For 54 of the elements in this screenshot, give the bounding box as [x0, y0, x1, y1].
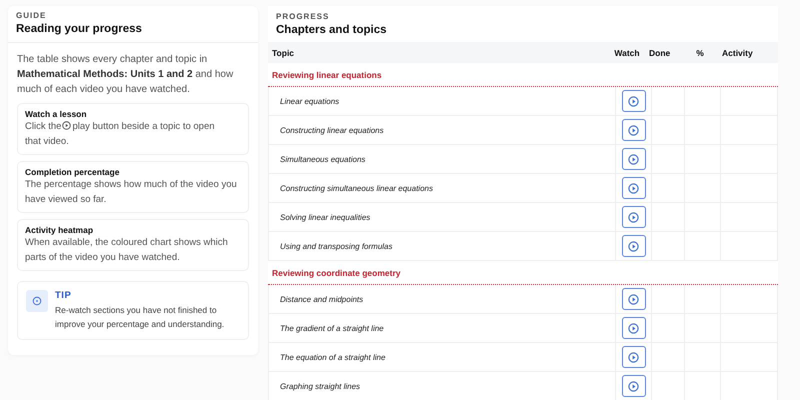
play-button[interactable]	[622, 90, 646, 112]
topic-cell: The gradient of a straight line	[269, 314, 616, 342]
play-button[interactable]	[622, 317, 646, 339]
play-icon	[628, 96, 639, 106]
column-header: %	[695, 48, 705, 58]
topic-cell: The equation of a straight line	[269, 343, 616, 371]
card-text: Click the	[25, 121, 62, 132]
play-icon	[628, 212, 639, 222]
play-icon	[628, 322, 639, 334]
play-icon	[628, 294, 639, 304]
section-eyebrow: GUIDE	[16, 11, 48, 20]
play-button[interactable]	[622, 235, 646, 257]
chapter-heading: Reviewing linear equations	[268, 63, 778, 87]
play-icon	[628, 182, 639, 194]
topic-cell: Constructing simultaneous linear equations	[269, 174, 616, 202]
card-text: play button beside a topic to open	[72, 121, 215, 132]
play-button[interactable]	[622, 375, 646, 397]
topic-cell: Distance and midpoints	[269, 285, 616, 313]
card-text: The percentage shows how much of the video you have viewed so far.	[25, 178, 238, 207]
card-title: Activity heatmap	[25, 225, 94, 235]
play-button[interactable]	[622, 119, 646, 141]
topic-cell: Constructing linear equations	[269, 116, 616, 144]
play-icon	[628, 240, 639, 252]
topic-cell: Simultaneous equations	[269, 145, 616, 173]
play-button[interactable]	[622, 206, 646, 228]
play-button[interactable]	[622, 177, 646, 199]
play-icon	[62, 121, 72, 130]
play-icon	[628, 380, 639, 392]
play-icon	[628, 124, 639, 136]
play-icon	[628, 352, 639, 362]
tip-text: Re-watch sections you have not finished to improve your percentage and understanding.	[55, 304, 226, 331]
chapter-heading: Reviewing coordinate geometry	[268, 261, 778, 285]
topic-cell: Solving linear inequalities	[269, 203, 616, 231]
topic-cell: Using and transposing formulas	[269, 232, 616, 260]
topic-cell: Graphing straight lines	[269, 372, 616, 400]
column-header: Watch	[613, 48, 641, 58]
card-text: that video.	[25, 135, 70, 149]
card-text: When available, the coloured chart shows which parts of the video you have watched.	[25, 236, 229, 265]
topic-cell: Linear equations	[269, 87, 616, 115]
column-header: Done	[648, 48, 672, 58]
info-icon	[26, 290, 48, 312]
play-button[interactable]	[622, 148, 646, 170]
section-title: Reading your progress	[16, 23, 143, 35]
card-title: Completion percentage	[25, 167, 120, 177]
section-title: Chapters and topics	[276, 24, 388, 36]
section-eyebrow: PROGRESS	[276, 12, 330, 21]
play-button[interactable]	[622, 288, 646, 310]
card-title: Watch a lesson	[25, 109, 88, 119]
column-header: Topic	[271, 48, 296, 58]
play-button[interactable]	[622, 346, 646, 368]
tip-label: TIP	[55, 290, 72, 301]
intro-paragraph: The table shows every chapter and topic in Mathematical Methods: Units 1 and 2 and how much of each video you have watched.	[17, 53, 234, 97]
column-header: Activity	[721, 48, 754, 58]
play-icon	[628, 154, 639, 164]
